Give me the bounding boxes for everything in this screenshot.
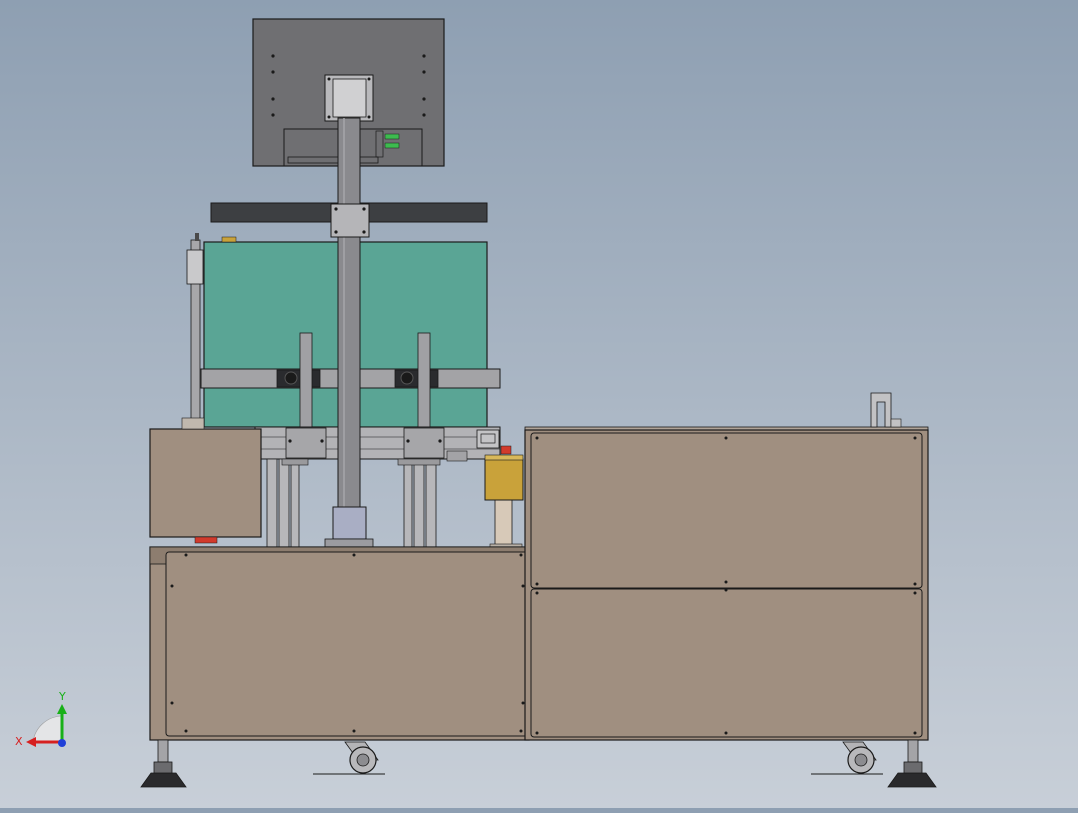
x-axis-label: X bbox=[15, 735, 23, 748]
left-small-box bbox=[149, 417, 262, 544]
orientation-triad[interactable]: Y X bbox=[15, 690, 67, 748]
model-view[interactable]: Y X bbox=[0, 0, 1078, 808]
top-bracket bbox=[870, 392, 902, 428]
gold-cylinder bbox=[484, 445, 524, 549]
z-axis-dot bbox=[58, 739, 66, 747]
left-sensor-rod bbox=[186, 233, 204, 421]
y-axis-arrowhead bbox=[57, 704, 67, 714]
right-cabinet bbox=[524, 392, 929, 741]
x-axis-arrowhead bbox=[26, 737, 36, 747]
feet-and-casters bbox=[140, 739, 937, 788]
y-axis-label: Y bbox=[58, 690, 66, 703]
aluminium-frame bbox=[254, 426, 501, 548]
main-cabinet bbox=[149, 546, 530, 741]
cad-viewport[interactable]: Y X bbox=[0, 0, 1078, 808]
